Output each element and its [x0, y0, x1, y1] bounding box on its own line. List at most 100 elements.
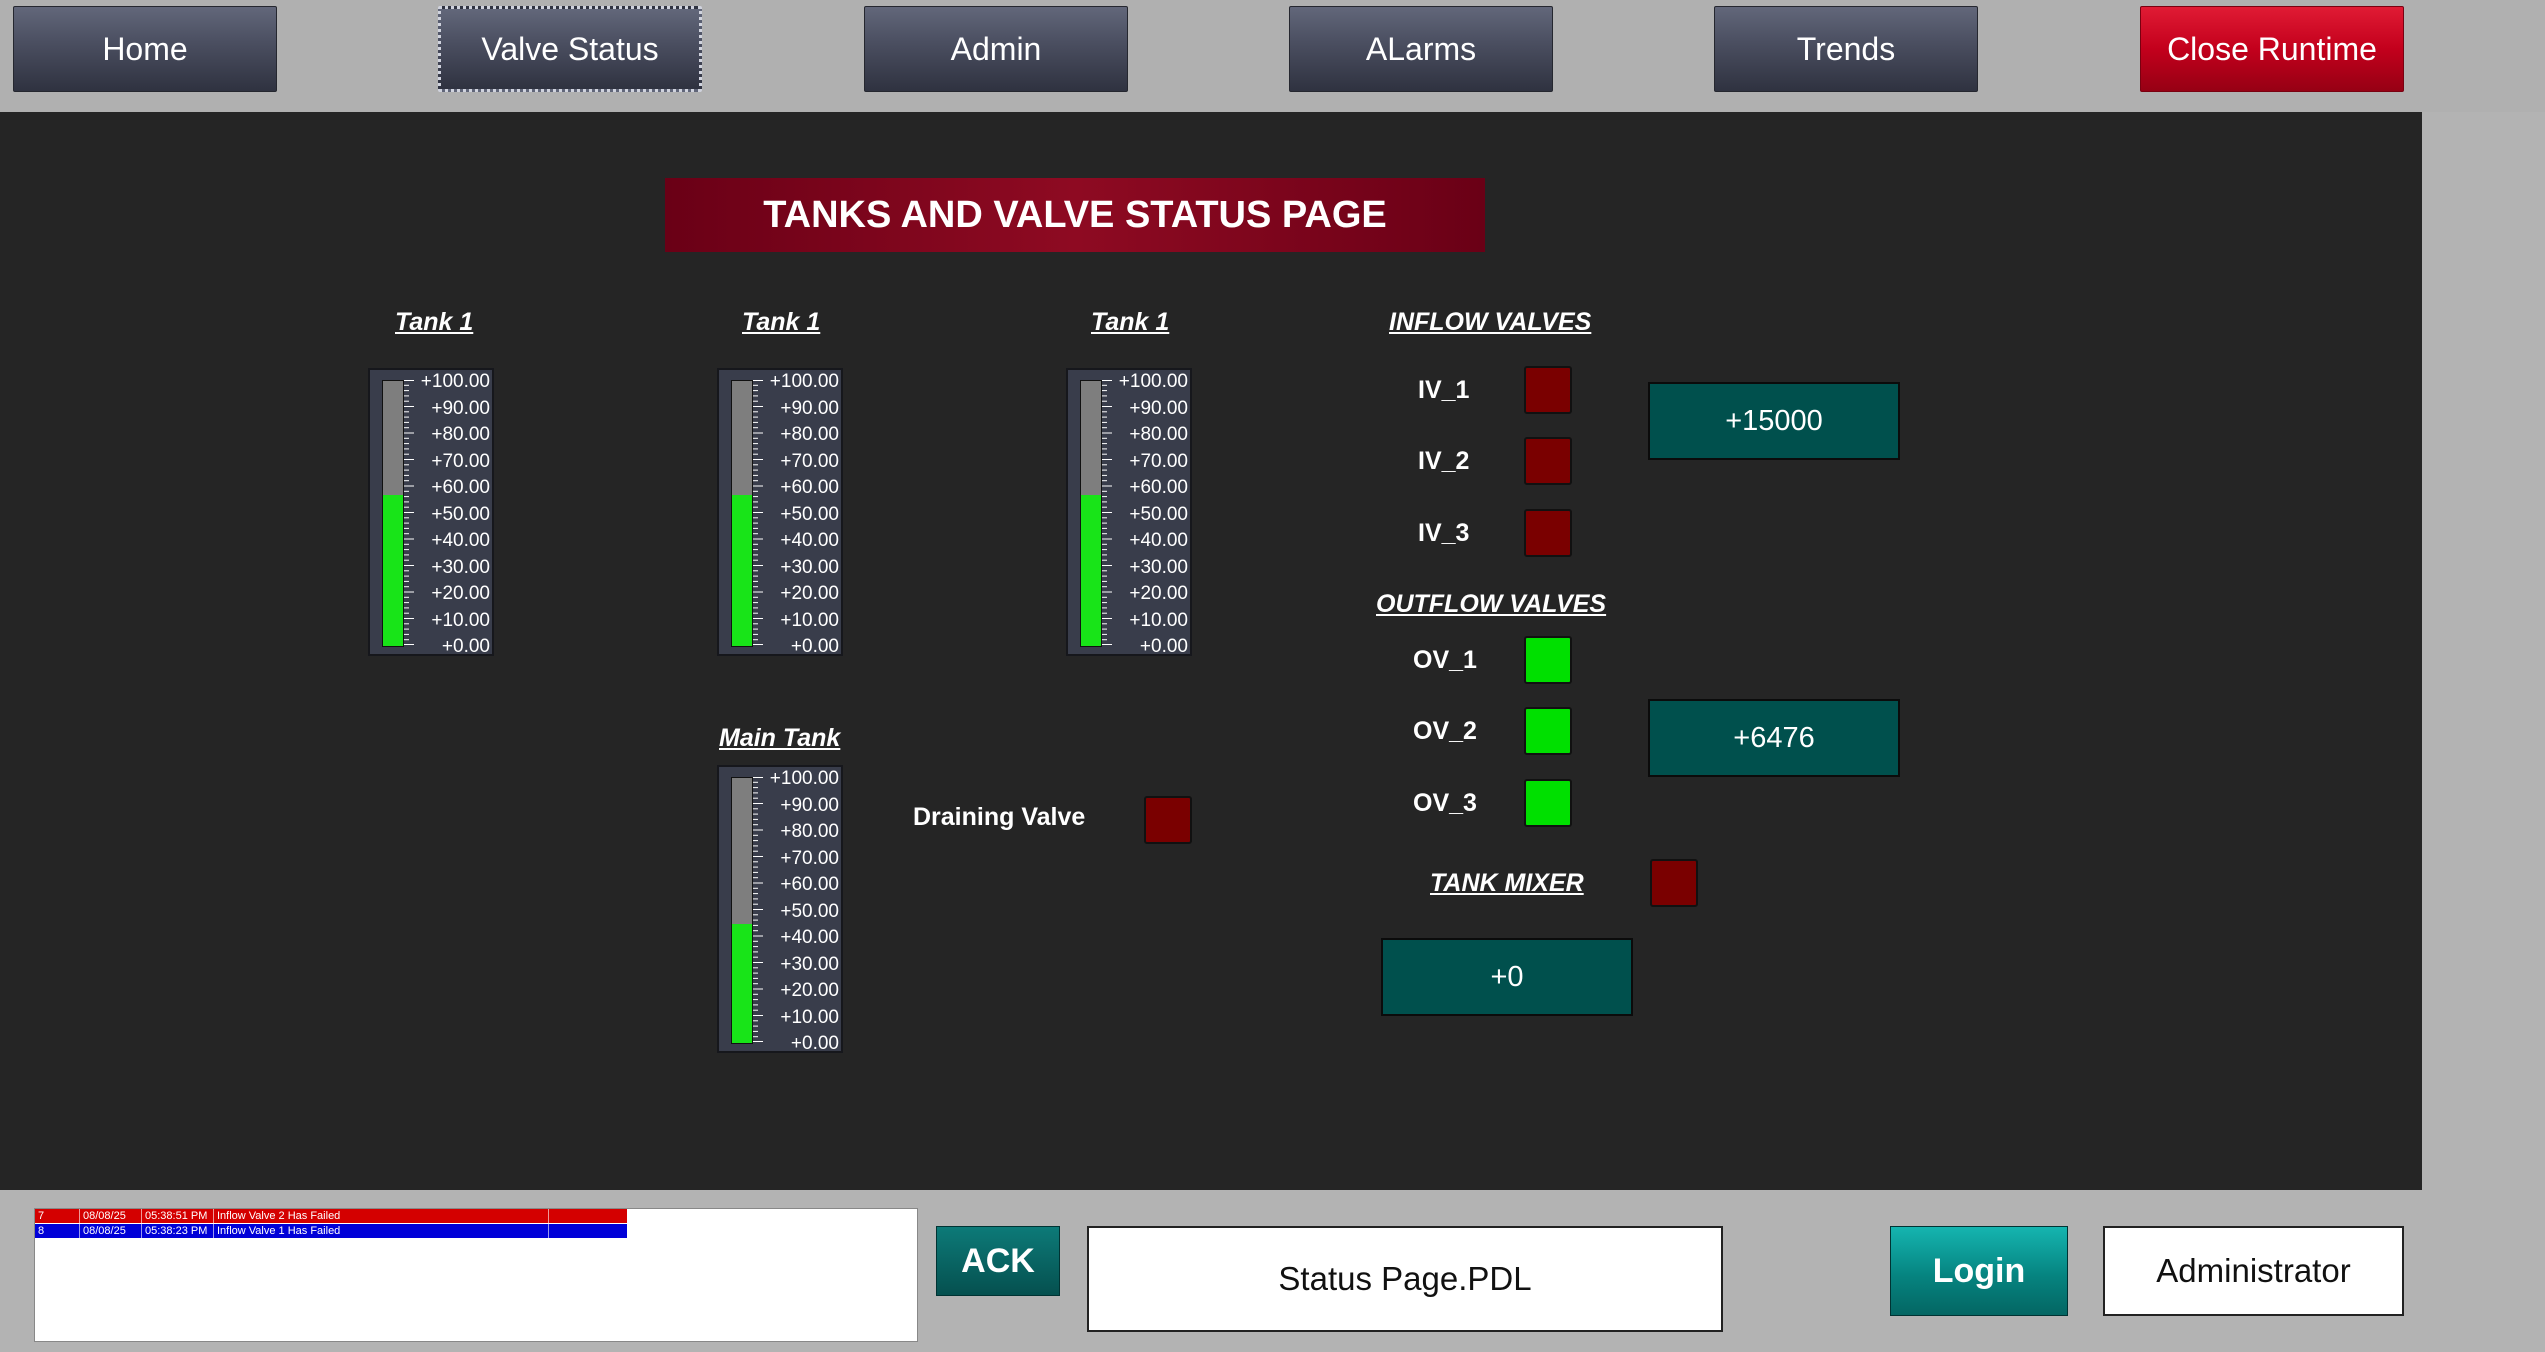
- scale-label: +40.00: [1129, 530, 1188, 551]
- scale-labels: +100.00 +90.00 +80.00 +70.00 +60.00 +50.00 +40…: [751, 372, 839, 657]
- scale-label: +60.00: [431, 477, 490, 498]
- scale-label: +0.00: [790, 636, 839, 657]
- tank-level-bar: [382, 380, 404, 647]
- scale-label: +80.00: [780, 821, 839, 842]
- ov-1-indicator[interactable]: [1524, 636, 1572, 684]
- draining-valve-indicator[interactable]: [1144, 796, 1192, 844]
- scale-label: +30.00: [780, 556, 839, 578]
- scale-label: +30.00: [780, 953, 839, 975]
- scale-label: +80.00: [1129, 424, 1188, 445]
- current-user-display: Administrator: [2103, 1226, 2404, 1316]
- ack-button[interactable]: ACK: [936, 1226, 1060, 1296]
- home-button[interactable]: Home: [13, 6, 277, 92]
- inflow-valves-header: INFLOW VALVES: [1389, 308, 1592, 336]
- alarm-message: Inflow Valve 2 Has Failed: [217, 1210, 341, 1222]
- scale-label: +20.00: [431, 583, 490, 604]
- scale-label: +50.00: [780, 900, 839, 922]
- tank-mixer-indicator[interactable]: [1650, 859, 1698, 907]
- admin-button[interactable]: Admin: [864, 6, 1128, 92]
- draining-valve-label: Draining Valve: [913, 803, 1086, 831]
- iv-2-indicator[interactable]: [1524, 437, 1572, 485]
- tank-level-fill: [732, 494, 752, 646]
- tank-level-fill: [732, 923, 752, 1043]
- iv-1-indicator[interactable]: [1524, 366, 1572, 414]
- outflow-valves-header: OUTFLOW VALVES: [1376, 590, 1607, 618]
- alarm-time: 05:38:23 PM: [145, 1225, 208, 1237]
- scale-label: +90.00: [780, 794, 839, 816]
- scale-label: +80.00: [780, 424, 839, 445]
- login-button[interactable]: Login: [1890, 1226, 2068, 1316]
- tank-1-gauge: +100.00 +90.00 +80.00 +70.00 +60.00 +50.00 +40…: [368, 368, 494, 656]
- scale-label: +30.00: [431, 556, 490, 578]
- main-tank-gauge: +100.00 +90.00 +80.00 +70.00 +60.00 +50.00 +40…: [717, 765, 843, 1053]
- inflow-value-display: +15000: [1648, 382, 1900, 460]
- scale-label: +70.00: [431, 450, 490, 472]
- scale-label: +40.00: [780, 927, 839, 948]
- scale-label: +20.00: [780, 583, 839, 604]
- iv-3-indicator[interactable]: [1524, 509, 1572, 557]
- tank-mixer-label: TANK MIXER: [1430, 869, 1584, 897]
- iv-2-label: IV_2: [1418, 447, 1470, 475]
- scale-label: +0.00: [441, 636, 490, 657]
- scale-label: +90.00: [780, 397, 839, 419]
- ov-1-label: OV_1: [1413, 646, 1477, 674]
- alarm-message: Inflow Valve 1 Has Failed: [217, 1225, 341, 1237]
- alarm-row[interactable]: 8 08/08/25 05:38:23 PM Inflow Valve 1 Ha…: [35, 1224, 627, 1238]
- status-bar: 7 08/08/25 05:38:51 PM Inflow Valve 2 Ha…: [0, 1190, 2545, 1352]
- outflow-value-display: +6476: [1648, 699, 1900, 777]
- scale-label: +100.00: [1118, 371, 1188, 392]
- valve-status-button[interactable]: Valve Status: [438, 6, 702, 92]
- scale-label: +70.00: [1129, 450, 1188, 472]
- scale-label: +70.00: [780, 450, 839, 472]
- scale-label: +10.00: [780, 1006, 839, 1028]
- scale-label: +100.00: [769, 371, 839, 392]
- scale-label: +50.00: [1129, 503, 1188, 525]
- scale-label: +50.00: [431, 503, 490, 525]
- scale-label: +100.00: [769, 768, 839, 789]
- scale-label: +60.00: [780, 874, 839, 895]
- tank-1-label: Tank 1: [395, 308, 474, 336]
- ov-3-indicator[interactable]: [1524, 779, 1572, 827]
- tank-2-label: Tank 1: [742, 308, 821, 336]
- scale-label: +40.00: [780, 530, 839, 551]
- scale-label: +70.00: [780, 847, 839, 869]
- scale-label: +50.00: [780, 503, 839, 525]
- page-title: TANKS AND VALVE STATUS PAGE: [665, 178, 1485, 252]
- scale-label: +10.00: [780, 609, 839, 631]
- alarm-date: 08/08/25: [83, 1225, 126, 1237]
- navigation-bar: Home Valve Status Admin ALarms Trends Cl…: [0, 0, 2545, 112]
- tank-level-bar: [1080, 380, 1102, 647]
- alarm-row[interactable]: 7 08/08/25 05:38:51 PM Inflow Valve 2 Ha…: [35, 1209, 627, 1223]
- scale-label: +0.00: [1139, 636, 1188, 657]
- scale-label: +90.00: [431, 397, 490, 419]
- scale-label: +30.00: [1129, 556, 1188, 578]
- tank-2-gauge: +100.00 +90.00 +80.00 +70.00 +60.00 +50.00 +40…: [717, 368, 843, 656]
- alarm-id: 7: [38, 1210, 45, 1222]
- tank-level-bar: [731, 777, 753, 1044]
- scale-labels: +100.00 +90.00 +80.00 +70.00 +60.00 +50.00 +40…: [751, 769, 839, 1054]
- current-page-display: Status Page.PDL: [1087, 1226, 1723, 1332]
- iv-3-label: IV_3: [1418, 519, 1470, 547]
- ov-2-indicator[interactable]: [1524, 707, 1572, 755]
- tank-level-bar: [731, 380, 753, 647]
- alarms-button[interactable]: ALarms: [1289, 6, 1553, 92]
- scale-labels: +100.00 +90.00 +80.00 +70.00 +60.00 +50.00 +40…: [402, 372, 490, 657]
- alarm-time: 05:38:51 PM: [145, 1210, 208, 1222]
- tank-3-label: Tank 1: [1091, 308, 1170, 336]
- scale-label: +90.00: [1129, 397, 1188, 419]
- scale-label: +10.00: [1129, 609, 1188, 631]
- scale-label: +60.00: [1129, 477, 1188, 498]
- main-tank-label: Main Tank: [719, 724, 841, 752]
- tank-mixer-value-display: +0: [1381, 938, 1633, 1016]
- scale-label: +40.00: [431, 530, 490, 551]
- scale-label: +100.00: [420, 371, 490, 392]
- scale-label: +80.00: [431, 424, 490, 445]
- tank-level-fill: [383, 494, 403, 646]
- scale-label: +60.00: [780, 477, 839, 498]
- alarm-list[interactable]: 7 08/08/25 05:38:51 PM Inflow Valve 2 Ha…: [34, 1208, 918, 1342]
- alarm-id: 8: [38, 1225, 45, 1237]
- tank-level-fill: [1081, 494, 1101, 646]
- trends-button[interactable]: Trends: [1714, 6, 1978, 92]
- close-runtime-button[interactable]: Close Runtime: [2140, 6, 2404, 92]
- ov-2-label: OV_2: [1413, 717, 1477, 745]
